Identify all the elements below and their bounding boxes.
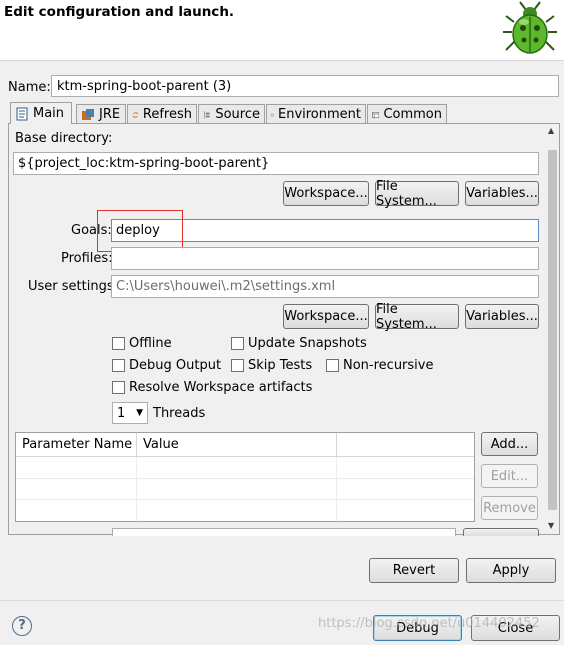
update-snapshots-checkbox[interactable]: Update Snapshots — [231, 336, 367, 351]
offline-checkbox[interactable]: Offline — [112, 336, 172, 351]
checkbox-box[interactable] — [112, 381, 125, 394]
settings-workspace-button[interactable]: Workspace... — [283, 304, 369, 329]
dialog-title: Edit configuration and launch. — [4, 4, 235, 20]
base-directory-label: Base directory: — [15, 131, 113, 146]
tab-main[interactable]: Main — [10, 102, 72, 124]
settings-variables-button[interactable]: Variables... — [465, 304, 539, 329]
parameter-table[interactable]: Parameter Name Value — [15, 432, 475, 522]
profiles-input[interactable] — [111, 247, 539, 270]
debug-button[interactable]: Debug — [373, 615, 462, 641]
tab-common-label: Common — [383, 107, 442, 122]
checkbox-box[interactable] — [231, 337, 244, 350]
checkbox-box[interactable] — [112, 359, 125, 372]
tab-common[interactable]: Common — [367, 104, 447, 124]
source-icon — [204, 110, 210, 119]
apply-button[interactable]: Apply — [466, 558, 556, 583]
footer-divider — [0, 600, 564, 601]
resolve-workspace-label: Resolve Workspace artifacts — [129, 380, 313, 395]
tab-environment-label: Environment — [277, 107, 361, 122]
tab-refresh[interactable]: Refresh — [127, 104, 197, 124]
threads-select[interactable]: 1 ▼ — [112, 402, 148, 424]
tab-jre[interactable]: JRE — [76, 104, 126, 124]
user-settings-label: User settings: — [28, 279, 118, 294]
cut-off-field — [112, 528, 456, 536]
name-label: Name: — [8, 80, 51, 95]
tab-source[interactable]: Source — [198, 104, 265, 124]
table-header-blank — [337, 433, 474, 457]
highlight-box — [97, 210, 183, 252]
common-icon — [372, 111, 380, 118]
refresh-icon — [132, 111, 139, 118]
name-input[interactable]: ktm-spring-boot-parent (3) — [51, 75, 559, 97]
base-dir-filesystem-button[interactable]: File System... — [375, 179, 459, 209]
non-recursive-label: Non-recursive — [343, 358, 434, 373]
settings-filesystem-button[interactable]: File System... — [375, 302, 459, 332]
skip-tests-checkbox[interactable]: Skip Tests — [231, 358, 312, 373]
tab-main-label: Main — [33, 106, 65, 121]
offline-label: Offline — [129, 336, 172, 351]
base-dir-variables-button[interactable]: Variables... — [465, 181, 539, 206]
bug-icon — [500, 0, 560, 58]
skip-tests-label: Skip Tests — [248, 358, 313, 373]
tab-source-label: Source — [215, 107, 260, 122]
table-row[interactable] — [16, 457, 474, 479]
main-tab-icon — [16, 107, 28, 120]
debug-output-label: Debug Output — [129, 358, 222, 373]
table-row[interactable] — [16, 499, 474, 520]
cut-off-button — [463, 528, 539, 536]
resolve-workspace-checkbox[interactable]: Resolve Workspace artifacts — [112, 380, 312, 395]
tab-refresh-label: Refresh — [142, 107, 192, 122]
user-settings-input[interactable]: C:\Users\houwei\.m2\settings.xml — [111, 275, 539, 298]
table-column-divider — [336, 457, 337, 521]
close-button[interactable]: Close — [471, 615, 560, 641]
tab-jre-label: JRE — [99, 107, 121, 122]
table-row[interactable] — [16, 478, 474, 500]
checkbox-box[interactable] — [112, 337, 125, 350]
table-header-parameter-name[interactable]: Parameter Name — [16, 433, 137, 457]
help-icon[interactable]: ? — [12, 616, 32, 636]
remove-parameter-button[interactable]: Remove — [481, 496, 538, 520]
tab-environment[interactable]: Environment — [266, 104, 366, 124]
revert-button[interactable]: Revert — [369, 558, 459, 583]
debug-output-checkbox[interactable]: Debug Output — [112, 358, 221, 373]
table-column-divider — [136, 457, 137, 521]
profiles-label: Profiles: — [61, 251, 113, 266]
base-directory-field[interactable]: ${project_loc:ktm-spring-boot-parent} — [13, 152, 539, 175]
edit-parameter-button[interactable]: Edit... — [481, 464, 538, 488]
scrollbar-thumb[interactable] — [548, 150, 557, 510]
checkbox-box[interactable] — [231, 359, 244, 372]
update-snapshots-label: Update Snapshots — [248, 336, 367, 351]
non-recursive-checkbox[interactable]: Non-recursive — [326, 358, 433, 373]
scroll-up-icon[interactable]: ▲ — [548, 126, 554, 135]
jre-icon — [82, 108, 94, 120]
threads-value: 1 — [117, 405, 126, 421]
base-dir-workspace-button[interactable]: Workspace... — [283, 181, 369, 206]
scroll-down-icon[interactable]: ▼ — [548, 521, 554, 530]
environment-icon — [271, 113, 274, 116]
chevron-down-icon: ▼ — [136, 408, 143, 418]
checkbox-box[interactable] — [326, 359, 339, 372]
threads-label: Threads — [153, 406, 206, 421]
table-header-value[interactable]: Value — [137, 433, 337, 457]
add-parameter-button[interactable]: Add... — [481, 432, 538, 456]
